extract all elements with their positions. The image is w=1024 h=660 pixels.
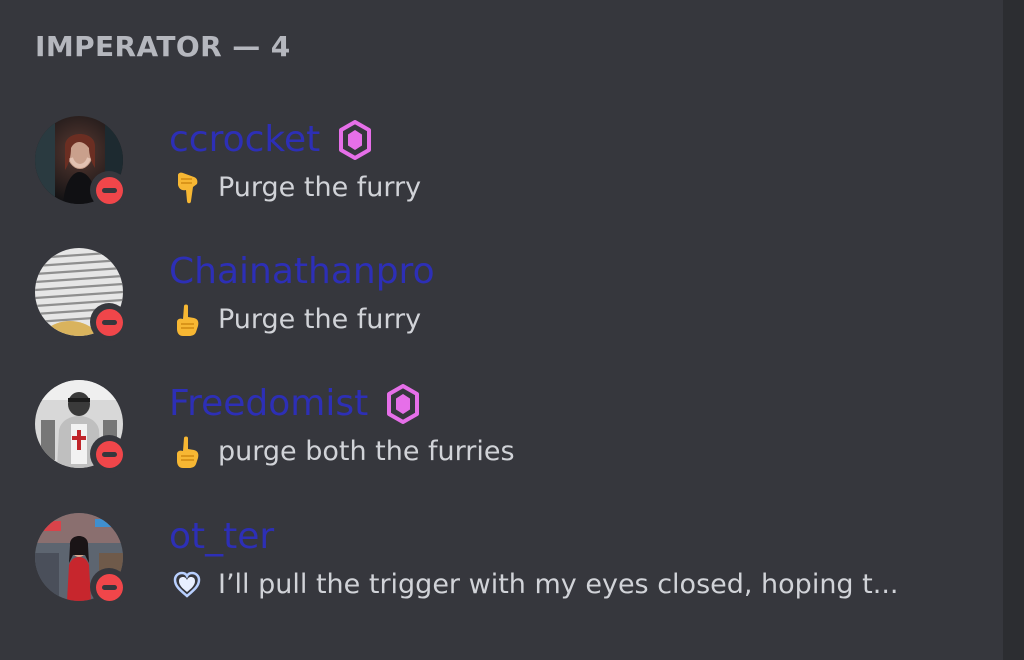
dnd-status-indicator [90,568,128,606]
sparkling-heart-emoji-icon [173,571,201,598]
pointing-down-emoji-icon [178,172,198,204]
username[interactable]: ot_ter [169,515,274,559]
pointing-up-emoji-icon [177,436,199,468]
username[interactable]: Freedomist [169,382,368,426]
custom-status-text: Purge the furry [218,172,422,203]
role-group-header: IMPERATOR — 4 [35,30,291,63]
server-booster-badge-icon[interactable] [338,120,372,160]
dnd-status-indicator [90,303,128,341]
member-list-panel: IMPERATOR — 4 ccrocket Purge the furry C… [0,0,1003,660]
dnd-icon [95,176,123,204]
dnd-icon [95,440,123,468]
custom-status-line: I’ll pull the trigger with my eyes close… [172,567,898,603]
member-name-line: ot_ter [169,515,274,559]
member-item-ccrocket[interactable]: ccrocket Purge the furry [0,116,1003,228]
dnd-icon [95,573,123,601]
dnd-status-indicator [90,435,128,473]
avatar-container[interactable] [35,380,128,473]
dnd-status-indicator [90,171,128,209]
member-item-freedomist[interactable]: Freedomist purge both the furries [0,380,1003,492]
custom-status-line: Purge the furry [172,302,421,338]
custom-status-line: Purge the furry [172,170,421,206]
pointing-up-emoji-icon [177,304,199,336]
username[interactable]: Chainathanpro [169,250,435,294]
server-booster-badge-icon[interactable] [386,384,420,424]
member-name-line: Chainathanpro [169,250,435,294]
member-item-ot-ter[interactable]: ot_ter I’ll pull the trigger with my eye… [0,513,1003,625]
avatar-container[interactable] [35,248,128,341]
avatar-container[interactable] [35,116,128,209]
custom-status-text: I’ll pull the trigger with my eyes close… [218,569,899,600]
member-name-line: ccrocket [169,118,372,162]
dnd-icon [95,308,123,336]
member-name-line: Freedomist [169,382,420,426]
member-item-chainathanpro[interactable]: Chainathanpro Purge the furry [0,248,1003,360]
custom-status-line: purge both the furries [172,434,515,470]
custom-status-text: purge both the furries [218,436,515,467]
custom-status-text: Purge the furry [218,304,422,335]
username[interactable]: ccrocket [169,118,320,162]
scrollbar-track[interactable] [1003,0,1024,660]
avatar-container[interactable] [35,513,128,606]
